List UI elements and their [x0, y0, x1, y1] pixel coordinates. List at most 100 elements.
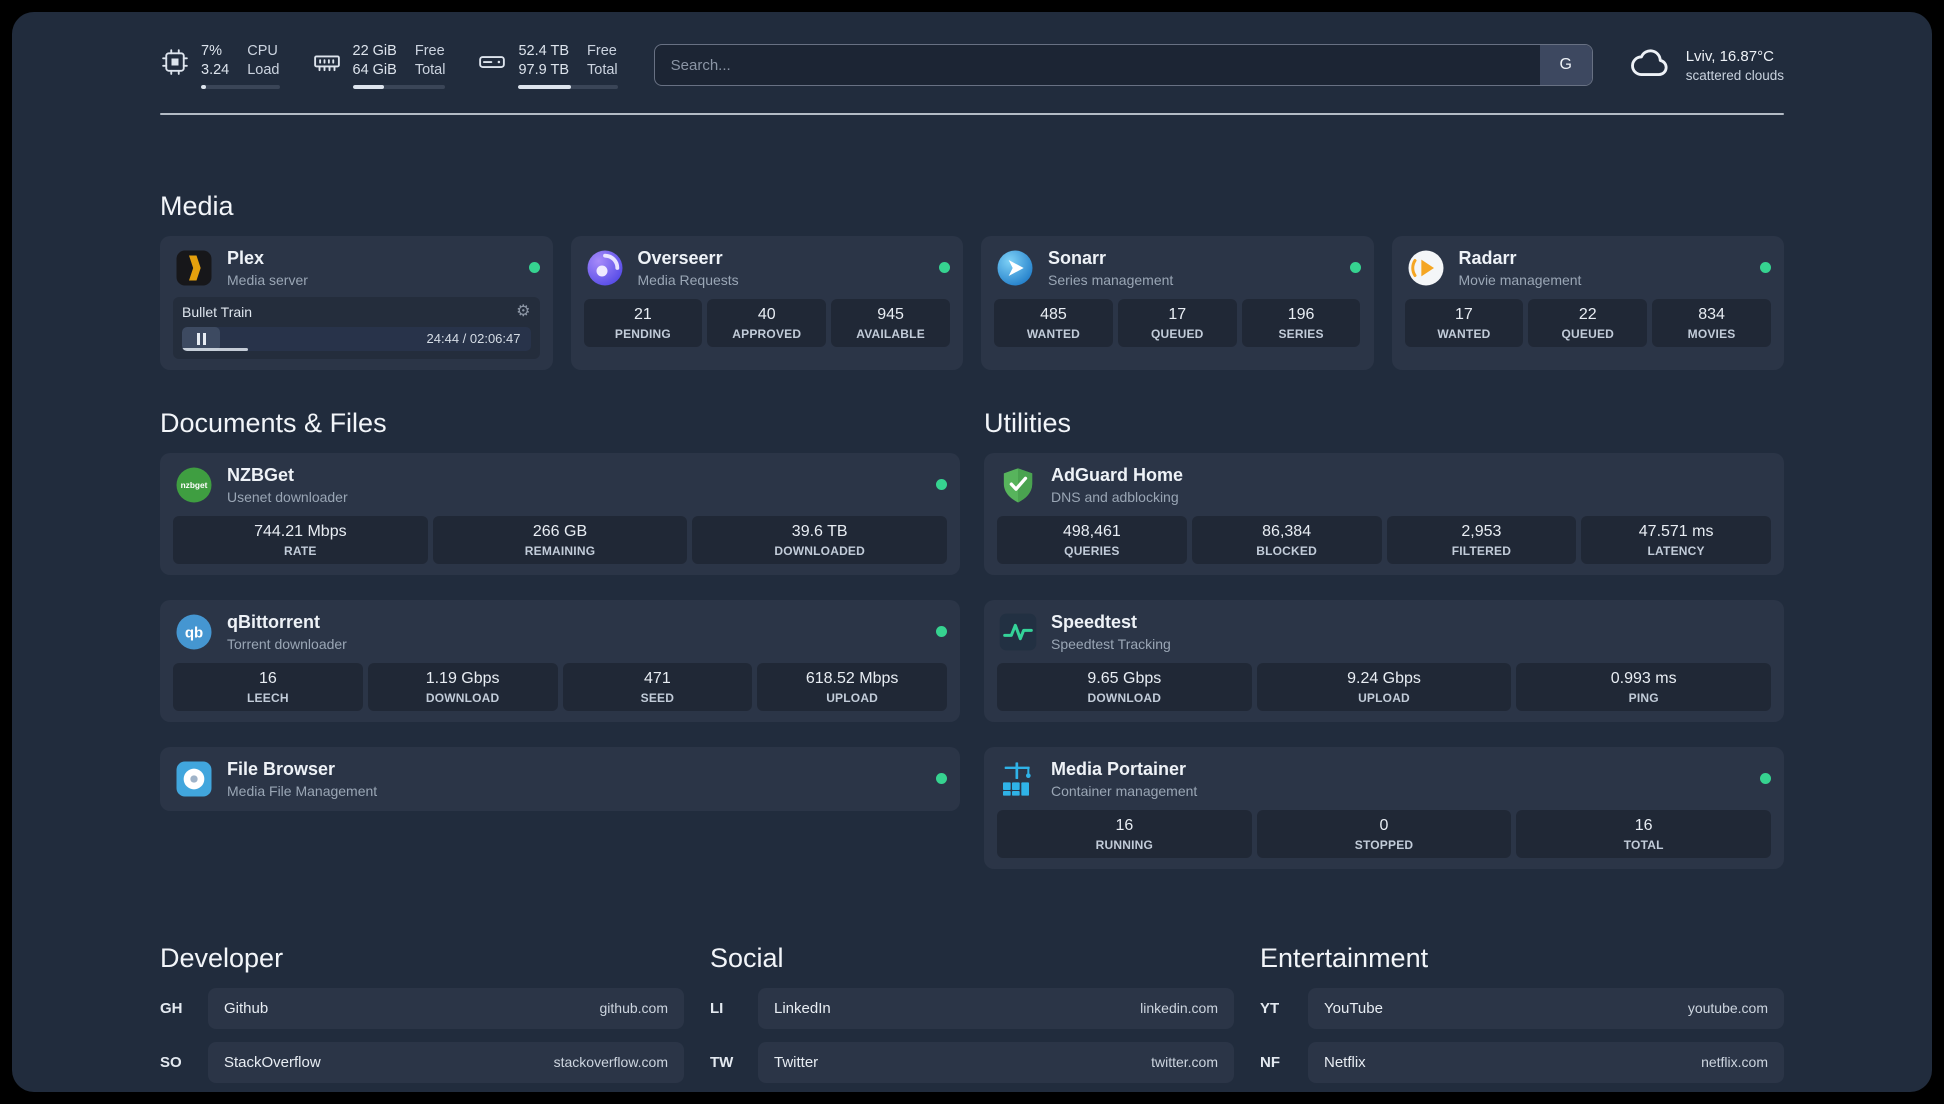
service-name: Overseerr	[637, 247, 723, 268]
disk-stats: 52.4 TB 97.9 TB Free Total	[518, 42, 618, 89]
overseerr-icon	[584, 247, 626, 289]
search-bar[interactable]: G	[653, 44, 1593, 87]
bookmark-row-youtube: YT YouTube youtube.com	[1260, 987, 1784, 1029]
cpu-progress-bar	[201, 84, 280, 89]
disk-icon	[477, 47, 507, 77]
service-subtitle: Media server	[227, 271, 308, 288]
stat-available: 945 AVAILABLE	[831, 298, 950, 347]
adguard-card[interactable]: AdGuard Home DNS and adblocking 498,461 …	[984, 452, 1784, 575]
gear-icon[interactable]: ⚙	[516, 303, 530, 320]
overseerr-card[interactable]: Overseerr Media Requests 21 PENDING 40 A…	[570, 235, 963, 370]
plex-card[interactable]: Plex Media server Bullet Train ⚙ 24:44 /…	[160, 235, 553, 370]
service-name: AdGuard Home	[1051, 464, 1184, 485]
free-label: Free	[414, 43, 445, 59]
stat-leech: 16 LEECH	[173, 662, 363, 711]
bookmark-abbr: TW	[710, 1053, 734, 1071]
stat-stopped: 0 STOPPED	[1256, 809, 1512, 858]
memory-free-value: 22 GiB	[352, 43, 397, 59]
memory-total-value: 64 GiB	[352, 61, 397, 78]
speedtest-icon	[997, 611, 1039, 653]
status-dot	[1760, 262, 1771, 274]
media-grid: Plex Media server Bullet Train ⚙ 24:44 /…	[160, 235, 1784, 370]
search-input[interactable]	[654, 45, 1540, 86]
svg-text:qb: qb	[185, 624, 203, 641]
radarr-icon	[1405, 247, 1447, 289]
bookmark-linkedin[interactable]: LinkedIn linkedin.com	[758, 987, 1234, 1029]
nzbget-icon: nzbget	[173, 464, 215, 506]
bookmark-group-entertainment: Entertainment YT YouTube youtube.com NF …	[1260, 943, 1784, 1092]
stat-upload: 618.52 Mbps UPLOAD	[757, 662, 947, 711]
service-name: Speedtest	[1051, 611, 1138, 632]
cpu-resource-widget: 7% 3.24 CPU Load	[160, 42, 280, 89]
status-dot	[1349, 262, 1361, 274]
cpu-label: CPU	[247, 43, 278, 59]
top-bar: 7% 3.24 CPU Load 22 GiB 64 GiB Free Tota…	[160, 42, 1784, 89]
cpu-icon	[160, 47, 190, 77]
playback-progress-bar[interactable]: 24:44 / 02:06:47	[182, 326, 531, 351]
stat-seed: 471 SEED	[562, 662, 753, 711]
service-subtitle: Media File Management	[227, 782, 378, 799]
disk-resource-widget: 52.4 TB 97.9 TB Free Total	[477, 42, 618, 89]
playback-time: 24:44 / 02:06:47	[426, 331, 521, 347]
cloud-icon	[1629, 47, 1673, 84]
stat-upload: 9.24 Gbps UPLOAD	[1256, 662, 1512, 711]
stat-queued: 17 QUEUED	[1117, 298, 1237, 347]
stat-series: 196 SERIES	[1241, 298, 1361, 347]
bookmark-abbr: SO	[160, 1053, 182, 1071]
stat-latency: 47.571 ms LATENCY	[1581, 515, 1771, 564]
service-subtitle: Media Requests	[637, 271, 739, 288]
memory-icon	[312, 47, 342, 77]
bookmark-github[interactable]: Github github.com	[208, 987, 684, 1029]
service-subtitle: Series management	[1048, 271, 1174, 288]
bookmark-stackoverflow[interactable]: StackOverflow stackoverflow.com	[208, 1041, 684, 1083]
speedtest-card[interactable]: Speedtest Speedtest Tracking 9.65 Gbps D…	[984, 599, 1784, 722]
status-dot	[528, 262, 540, 274]
bookmark-youtube[interactable]: YouTube youtube.com	[1308, 987, 1784, 1029]
filebrowser-icon	[173, 758, 215, 800]
nzbget-card[interactable]: nzbget NZBGet Usenet downloader 744.21 M…	[160, 452, 960, 575]
filebrowser-card[interactable]: File Browser Media File Management	[160, 746, 960, 811]
sonarr-icon	[994, 247, 1036, 289]
qbittorrent-icon: qb	[173, 611, 215, 653]
cpu-load-average: 3.24	[201, 61, 230, 78]
weather-location-temp: Lviv, 16.87°C	[1685, 47, 1774, 65]
qbittorrent-card[interactable]: qb qBittorrent Torrent downloader 16 LEE…	[160, 599, 960, 722]
stat-total: 16 TOTAL	[1516, 809, 1772, 858]
weather-widget[interactable]: Lviv, 16.87°C scattered clouds	[1629, 47, 1784, 84]
search-provider-button[interactable]: G	[1539, 45, 1592, 86]
bookmark-twitter[interactable]: Twitter twitter.com	[758, 1041, 1234, 1083]
service-name: File Browser	[227, 758, 336, 779]
service-name: Media Portainer	[1051, 758, 1187, 779]
bookmark-group-developer: Developer GH Github github.com SO StackO…	[160, 943, 684, 1092]
topbar-divider	[160, 112, 1784, 115]
status-dot	[936, 479, 947, 491]
status-dot	[936, 626, 947, 638]
homepage-dashboard: 7% 3.24 CPU Load 22 GiB 64 GiB Free Tota…	[12, 12, 1932, 1092]
stat-rate: 744.21 Mbps RATE	[173, 515, 428, 564]
service-subtitle: Torrent downloader	[227, 635, 347, 652]
bookmark-abbr: LI	[710, 999, 724, 1017]
cpu-stats: 7% 3.24 CPU Load	[201, 42, 280, 89]
portainer-icon	[997, 758, 1039, 800]
cpu-usage-percent: 7%	[201, 43, 222, 59]
cpu-progress-fill	[201, 84, 207, 89]
stat-wanted: 17 WANTED	[1404, 298, 1524, 347]
stat-download: 1.19 Gbps DOWNLOAD	[367, 662, 558, 711]
portainer-card[interactable]: Media Portainer Container management 16 …	[984, 746, 1784, 869]
bookmark-row-twitter: TW Twitter twitter.com	[710, 1041, 1234, 1083]
bookmark-row-netflix: NF Netflix netflix.com	[1260, 1041, 1784, 1083]
bookmark-netflix[interactable]: Netflix netflix.com	[1308, 1041, 1784, 1083]
radarr-card[interactable]: Radarr Movie management 17 WANTED 22 QUE…	[1391, 235, 1784, 370]
service-name: Plex	[227, 247, 265, 268]
weather-texts: Lviv, 16.87°C scattered clouds	[1686, 48, 1784, 83]
plex-icon	[173, 247, 215, 289]
sonarr-card[interactable]: Sonarr Series management 485 WANTED 17 Q…	[981, 235, 1374, 370]
service-name: NZBGet	[227, 464, 294, 485]
bookmark-row-stackoverflow: SO StackOverflow stackoverflow.com	[160, 1041, 684, 1083]
total-label: Total	[587, 61, 618, 78]
stat-queries: 498,461 QUERIES	[997, 515, 1187, 564]
dashboard-content: Media Plex Media server Bullet Train ⚙ 2…	[160, 191, 1784, 1092]
section-title-entertainment: Entertainment	[1260, 942, 1429, 973]
stat-queued: 22 QUEUED	[1528, 298, 1648, 347]
total-label: Total	[414, 61, 446, 78]
